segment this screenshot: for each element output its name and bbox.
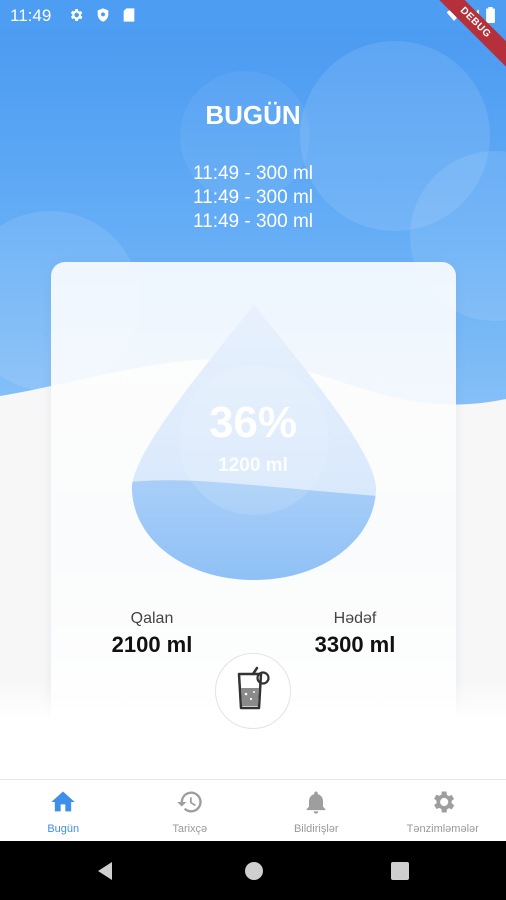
nav-item-settings[interactable]: Tənzimləmələr	[380, 780, 506, 841]
remaining-label: Qalan	[130, 610, 174, 627]
nav-label-history: Tarixçə	[172, 823, 208, 835]
page-title: BUGÜN	[205, 100, 301, 130]
home-icon	[48, 791, 78, 820]
status-bar: 11:49 DEBUG	[0, 0, 506, 76]
back-icon[interactable]	[96, 861, 116, 886]
nav-label-today: Bugün	[47, 823, 80, 835]
nav-item-today[interactable]: Bugün	[0, 780, 127, 841]
remaining-stat: Qalan 2100 ml	[92, 610, 212, 658]
nav-item-history[interactable]: Tarixçə	[127, 780, 254, 841]
drink-glass-icon	[233, 666, 273, 717]
system-navigation-bar	[0, 841, 506, 900]
history-icon	[175, 791, 205, 820]
sd-card-icon	[122, 7, 136, 28]
intake-log-item: 11:49 - 300 ml	[192, 163, 314, 184]
intake-log-list: 11:49 - 300 ml 11:49 - 300 ml 11:49 - 30…	[0, 162, 506, 234]
nav-label-notifications: Bildirişlər	[293, 823, 339, 835]
gear-icon	[68, 7, 84, 28]
goal-value: 3300 ml	[314, 632, 396, 657]
nav-item-notifications[interactable]: Bildirişlər	[253, 780, 380, 841]
goal-stat: Hədəf 3300 ml	[295, 610, 415, 658]
nav-label-settings: Tənzimləmələr	[406, 823, 479, 835]
intake-log-item: 11:49 - 300 ml	[192, 211, 314, 232]
status-time: 11:49	[10, 6, 52, 25]
intake-log-item: 11:49 - 300 ml	[192, 187, 314, 208]
goal-label: Hədəf	[333, 610, 377, 627]
progress-percent: 36%	[208, 398, 298, 447]
progress-amount: 1200 ml	[218, 455, 288, 476]
bottom-navigation: Bugün Tarixçə Bildirişlər Tənzimləmələr	[0, 779, 506, 841]
bell-icon	[301, 791, 331, 820]
add-drink-button[interactable]	[215, 653, 291, 729]
remaining-value: 2100 ml	[111, 632, 193, 657]
settings-icon	[428, 791, 458, 820]
shield-icon	[95, 7, 111, 28]
home-circle-icon[interactable]	[244, 861, 264, 886]
recents-icon[interactable]	[391, 862, 409, 885]
